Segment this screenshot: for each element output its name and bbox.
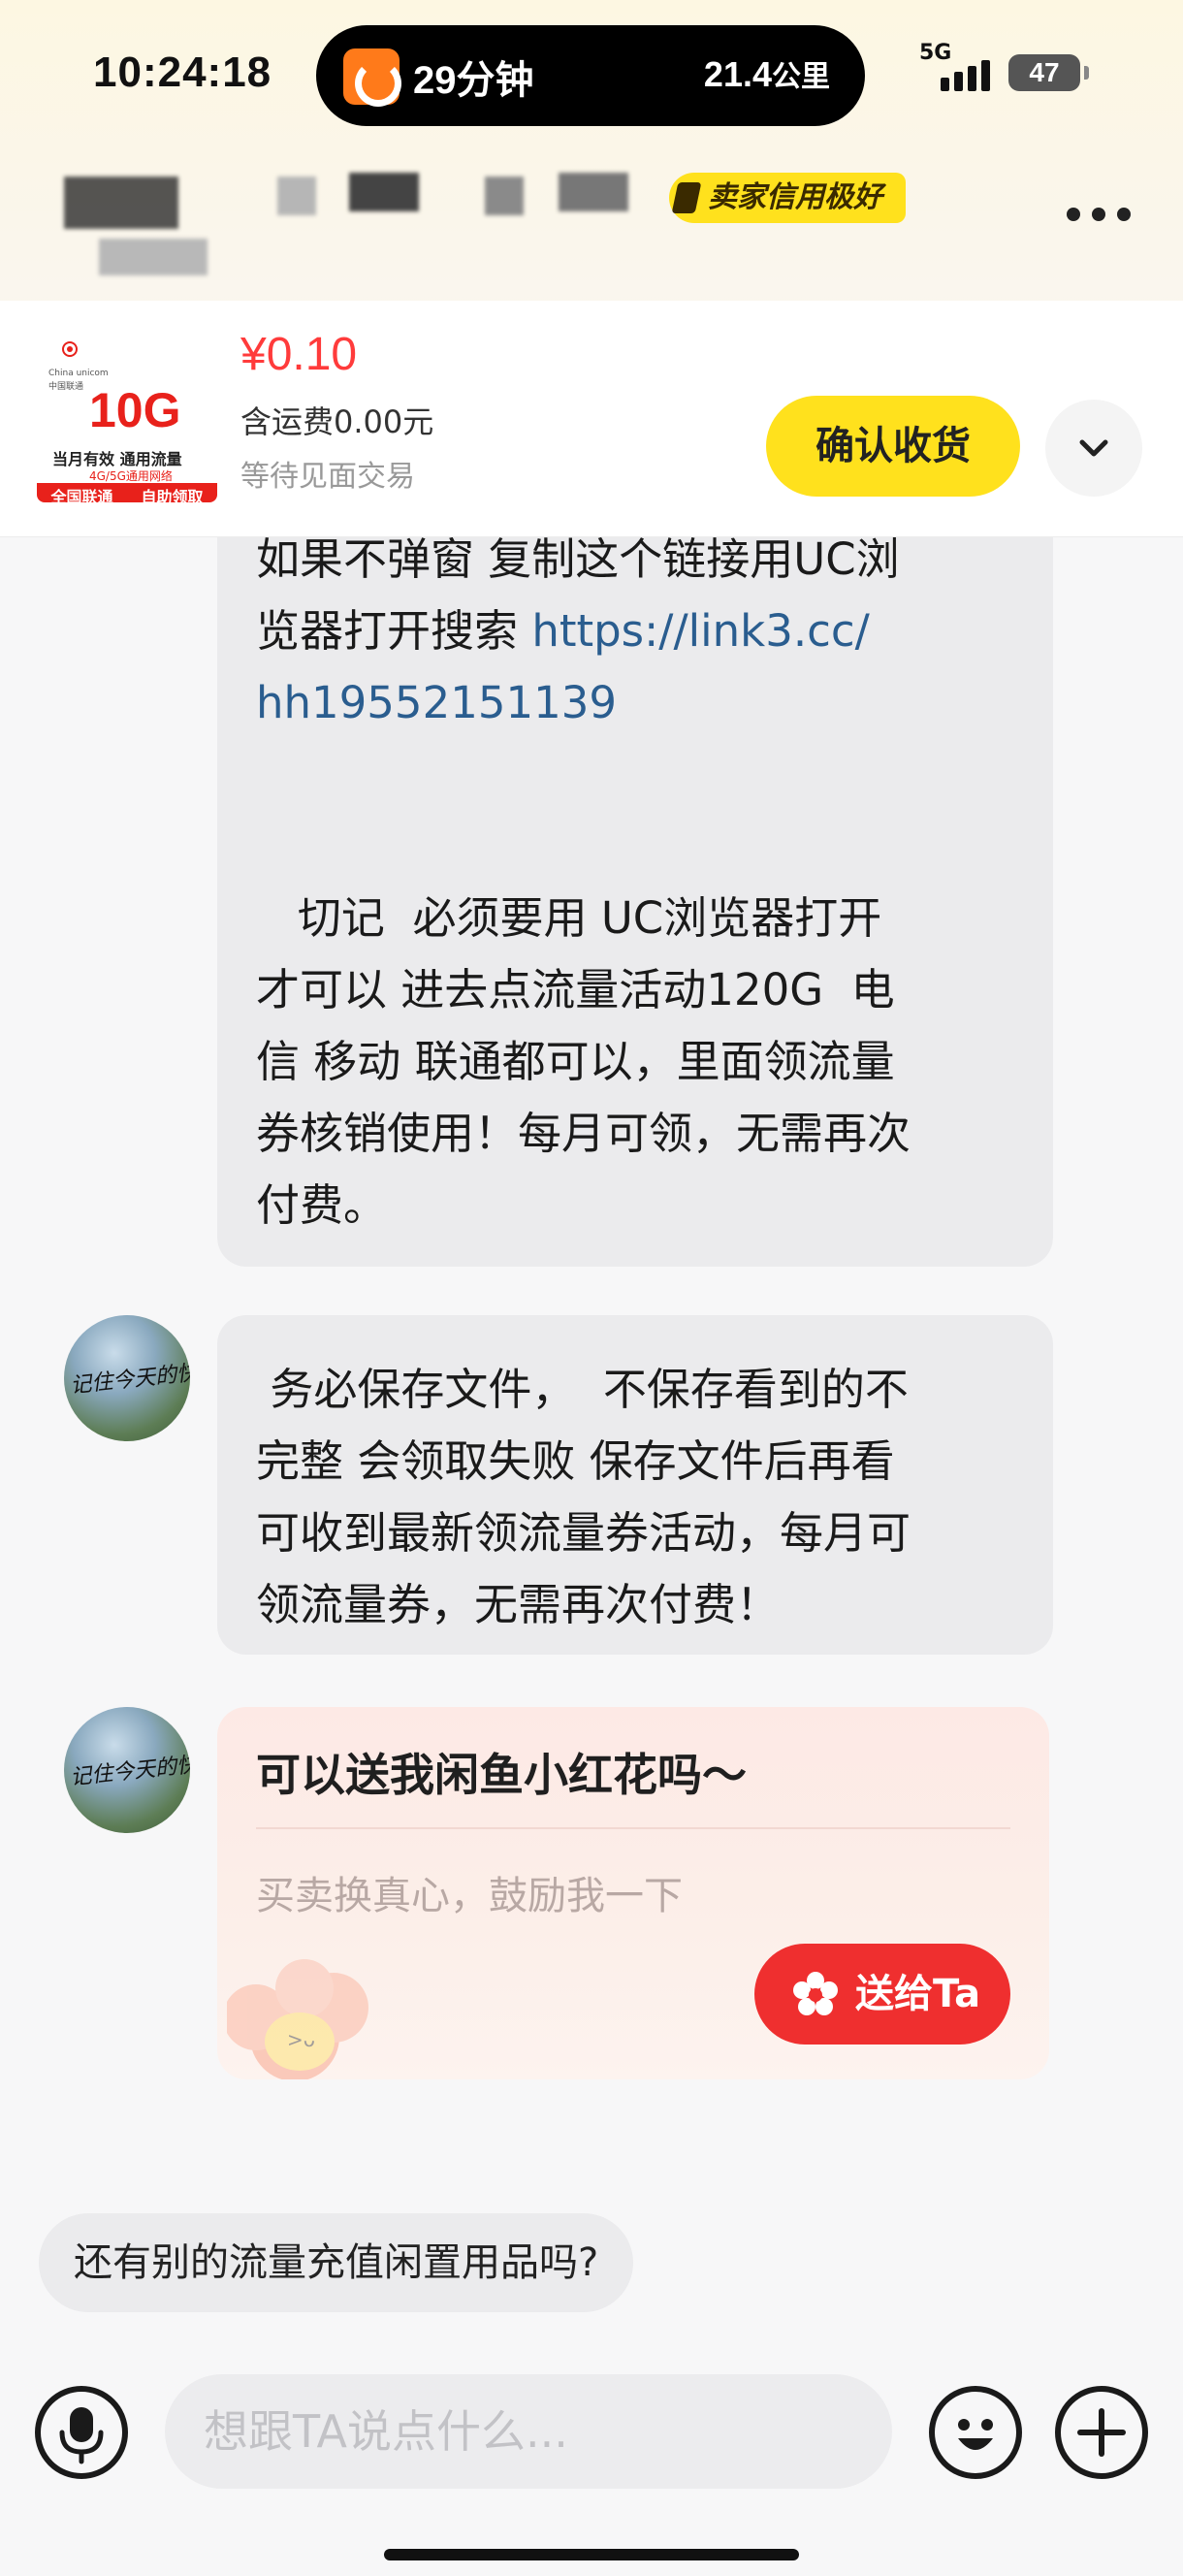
product-price: ¥0.10: [240, 329, 358, 380]
message-bubble[interactable]: 如果不弹窗 复制这个链接用UC浏 览器打开搜索 https://link3.cc…: [217, 533, 1053, 1267]
chevron-down-icon: [1079, 439, 1108, 457]
status-bar: 10:24:18 29分钟 21.4公里 5G 47: [0, 0, 1183, 145]
thumb-capacity: 10G: [89, 383, 181, 437]
island-distance: 21.4公里: [704, 52, 830, 95]
avatar[interactable]: 记住今天的快: [64, 1707, 190, 1833]
trade-status: 等待见面交易: [240, 460, 415, 494]
thumb-line1: 当月有效 通用流量: [52, 450, 182, 468]
message-text: 务必保存文件， 不保存看到的不 完整 会领取失败 保存文件后再看 可收到最新领流…: [256, 1364, 911, 1630]
message-text: 如果不弹窗 复制这个链接用UC浏 览器打开搜索 https://link3.cc…: [256, 533, 911, 1231]
island-eta: 29分钟: [413, 59, 534, 102]
flower-card-title: 可以送我闲鱼小红花吗～: [256, 1749, 747, 1801]
avatar-caption: 记住今天的快: [69, 1753, 190, 1790]
signal-strength-icon: [941, 60, 990, 91]
divider: [256, 1827, 1010, 1829]
thumb-line2: 4G/5G通用网络: [89, 469, 173, 483]
battery-icon: 47: [1008, 54, 1089, 91]
svg-text:>ᴗ: >ᴗ: [287, 2028, 315, 2051]
microphone-icon[interactable]: [35, 2386, 128, 2479]
message-input[interactable]: [165, 2374, 892, 2489]
avatar-caption: 记住今天的快: [69, 1361, 190, 1399]
didi-app-icon: [343, 48, 401, 107]
message-bubble[interactable]: 务必保存文件， 不保存看到的不 完整 会领取失败 保存文件后再看 可收到最新领流…: [217, 1315, 1053, 1655]
confirm-receipt-button[interactable]: 确认收货: [766, 396, 1020, 497]
unicom-logo-icon: [62, 341, 78, 357]
home-indicator[interactable]: [384, 2549, 799, 2560]
island-distance-unit: 公里: [772, 61, 830, 93]
avatar[interactable]: 记住今天的快: [64, 1315, 190, 1441]
seller-credit-badge: 卖家信用极好: [669, 173, 906, 223]
dynamic-island[interactable]: 29分钟 21.4公里: [316, 25, 865, 126]
island-distance-value: 21.4: [703, 54, 772, 94]
product-card[interactable]: China unicom中国联通 10G 当月有效 通用流量 4G/5G通用网络…: [0, 301, 1183, 537]
product-thumbnail[interactable]: China unicom中国联通 10G 当月有效 通用流量 4G/5G通用网络…: [37, 322, 217, 502]
send-flower-label: 送给Ta: [855, 1972, 981, 2016]
send-flower-button[interactable]: 送给Ta: [754, 1944, 1010, 2045]
thumb-bottom-left: 全国联通: [50, 488, 113, 502]
chat-header: 卖家信用极好: [0, 155, 1183, 281]
flower-request-card: 可以送我闲鱼小红花吗～ 买卖换真心，鼓励我一下 >ᴗ 送给Ta: [217, 1707, 1049, 2079]
status-clock: 10:24:18: [93, 48, 272, 96]
thumb-bottom-right: 自助领取: [141, 488, 204, 502]
emoji-icon[interactable]: [929, 2386, 1022, 2479]
flower-card-subtitle: 买卖换真心，鼓励我一下: [256, 1874, 683, 1918]
input-bar: [0, 2367, 1183, 2576]
flower-icon: [793, 1972, 838, 2015]
expand-button[interactable]: [1045, 400, 1142, 497]
thumb-bottom-bar: 全国联通 自助领取: [37, 483, 217, 502]
plus-icon[interactable]: [1055, 2386, 1148, 2479]
shipping-fee: 含运费0.00元: [240, 403, 434, 440]
more-dots-icon[interactable]: [1067, 208, 1131, 221]
flower-decoration-icon: >ᴗ: [227, 1959, 368, 2079]
suggestion-chip[interactable]: 还有别的流量充值闲置用品吗?: [39, 2213, 634, 2312]
